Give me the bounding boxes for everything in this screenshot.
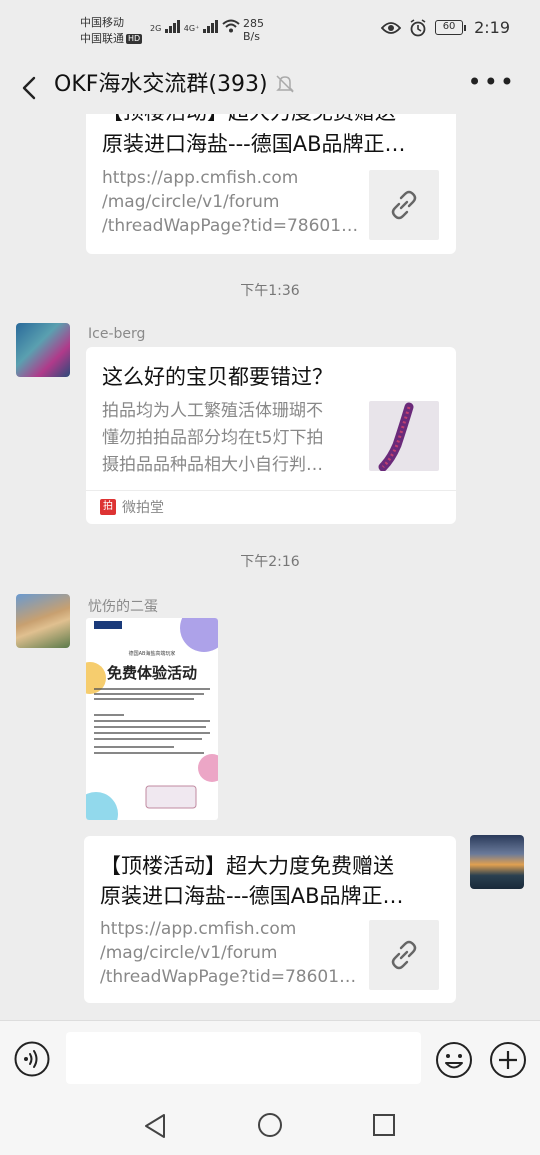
card-url-line-3: /threadWapPage?tid=78601… xyxy=(102,216,359,236)
signal-bars-icon xyxy=(203,19,218,33)
sender-name: Ice-berg xyxy=(88,326,146,342)
avatar[interactable] xyxy=(16,323,70,377)
carrier-info: 中国移动 中国联通 HD xyxy=(80,15,143,47)
voice-input-icon[interactable] xyxy=(14,1041,50,1077)
nav-recents-icon[interactable] xyxy=(372,1113,396,1137)
timestamp: 下午2:16 xyxy=(240,554,300,570)
link-card[interactable]: 【顶楼活动】超大力度免费赠送 原装进口海盐---德国AB品牌正… https:/… xyxy=(86,114,456,254)
message-input[interactable] xyxy=(66,1032,421,1084)
card-title-line-2: 原装进口海盐---德国AB品牌正… xyxy=(102,132,406,156)
signal-bars-icon xyxy=(165,19,180,33)
card-url-line-1: https://app.cmfish.com xyxy=(100,919,297,939)
card-url-line-3: /threadWapPage?tid=78601… xyxy=(100,967,357,987)
card-title-line-2: 原装进口海盐---德国AB品牌正… xyxy=(100,884,404,908)
mute-bell-icon xyxy=(276,75,294,93)
network-type-1: 2G xyxy=(150,24,162,33)
more-actions-plus-icon[interactable] xyxy=(489,1041,527,1079)
timestamp: 下午1:36 xyxy=(240,283,300,299)
coral-image xyxy=(378,402,414,471)
back-arrow-icon[interactable] xyxy=(14,70,44,106)
system-icons: 60 2:19 xyxy=(381,18,510,37)
card-footer: 拍 微拍堂 xyxy=(86,490,456,524)
signal-indicators: 2G 4G⁺ xyxy=(150,19,240,33)
alarm-icon xyxy=(410,18,426,36)
chat-header: OKF海水交流群(393) ••• xyxy=(0,62,540,114)
weipaitang-logo-icon: 拍 xyxy=(100,499,116,515)
avatar[interactable] xyxy=(16,594,70,648)
carrier-2: 中国联通 xyxy=(80,32,124,45)
clock: 2:19 xyxy=(474,18,510,37)
card-title: 这么好的宝贝都要错过？ xyxy=(102,365,333,389)
poster-heading: 免费体验活动 xyxy=(106,664,197,682)
card-desc-line-1: 拍品均为人工繁殖活体珊瑚不 xyxy=(102,401,323,421)
emoji-icon[interactable] xyxy=(435,1041,473,1079)
card-source: 微拍堂 xyxy=(122,500,164,516)
sender-name: 忧伤的二蛋 xyxy=(88,599,158,615)
mini-program-card[interactable]: 这么好的宝贝都要错过？ 拍品均为人工繁殖活体珊瑚不 懂勿拍拍品部分均在t5灯下拍… xyxy=(86,347,456,524)
nav-home-icon[interactable] xyxy=(257,1112,283,1138)
hd-badge: HD xyxy=(126,34,143,44)
message-list[interactable]: 【顶楼活动】超大力度免费赠送 原装进口海盐---德国AB品牌正… https:/… xyxy=(0,114,540,1020)
poster-art xyxy=(86,618,218,820)
system-nav-bar xyxy=(0,1098,540,1155)
input-bar xyxy=(0,1020,540,1098)
link-icon xyxy=(391,940,417,970)
card-desc-line-2: 懂勿拍拍品部分均在t5灯下拍 xyxy=(102,428,324,448)
network-type-2: 4G⁺ xyxy=(183,24,200,33)
wifi-icon xyxy=(222,19,240,33)
nav-back-icon[interactable] xyxy=(142,1112,168,1140)
chat-title: OKF海水交流群(393) xyxy=(54,72,268,97)
card-url-line-1: https://app.cmfish.com xyxy=(102,168,299,188)
more-options-icon[interactable]: ••• xyxy=(468,70,516,94)
link-thumbnail xyxy=(369,920,439,990)
avatar-self[interactable] xyxy=(470,835,524,889)
card-url-line-2: /mag/circle/v1/forum xyxy=(102,192,280,212)
network-speed: 285 B/s xyxy=(243,17,264,43)
card-desc-line-3: 摄拍品品种品相大小自行判… xyxy=(102,455,323,475)
event-poster-image[interactable]: 德国AB海盐高端玩家 免费体验活动 xyxy=(86,618,218,820)
carrier-1: 中国移动 xyxy=(80,16,124,29)
link-card[interactable]: 【顶楼活动】超大力度免费赠送 原装进口海盐---德国AB品牌正… https:/… xyxy=(84,836,456,1003)
link-icon xyxy=(391,190,417,220)
link-thumbnail xyxy=(369,170,439,240)
poster-subtitle: 德国AB海盐高端玩家 xyxy=(128,651,176,657)
status-bar: 中国移动 中国联通 HD 2G 4G⁺ 285 B/s 60 2:19 xyxy=(0,0,540,62)
card-title-line-1: 【顶楼活动】超大力度免费赠送 xyxy=(100,854,394,878)
card-url-line-2: /mag/circle/v1/forum xyxy=(100,943,278,963)
card-title-line-1: 【顶楼活动】超大力度免费赠送 xyxy=(102,114,442,128)
coral-thumbnail xyxy=(369,401,439,471)
battery-icon: 60 xyxy=(435,20,467,35)
eye-icon xyxy=(381,21,402,34)
